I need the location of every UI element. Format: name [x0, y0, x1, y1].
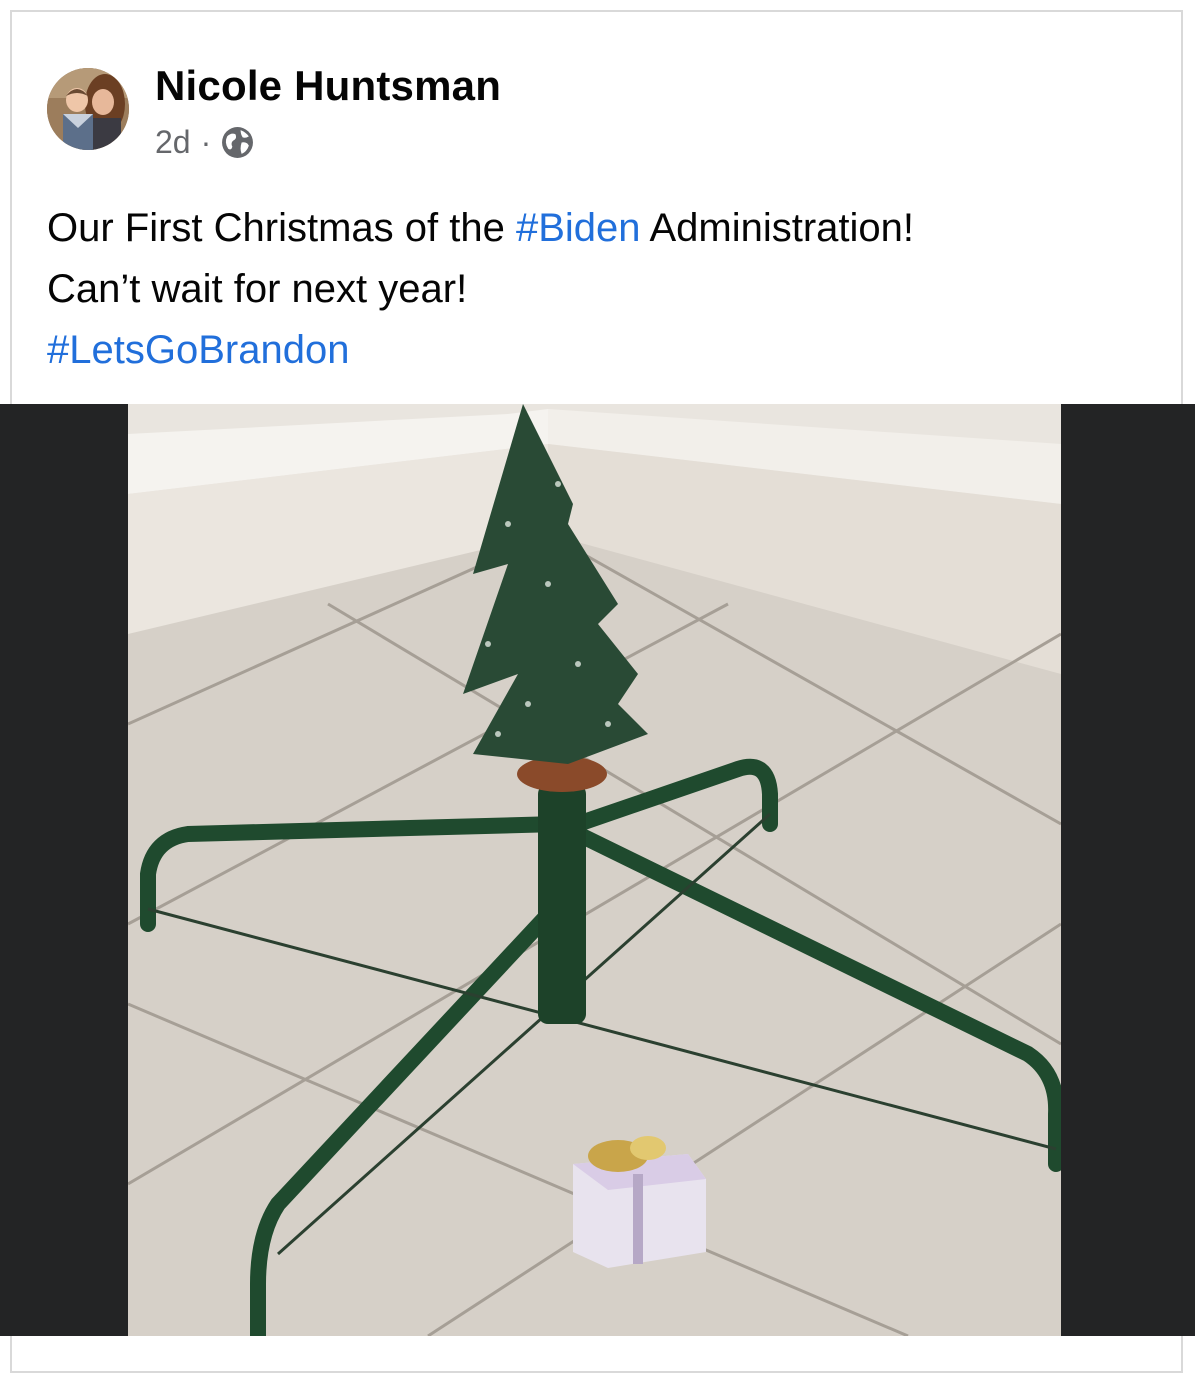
post-timestamp[interactable]: 2d — [155, 124, 191, 161]
post-text-segment: Our First Christmas of the — [47, 206, 516, 250]
post-line-1: Our First Christmas of the #Biden Admini… — [47, 198, 1157, 259]
globe-icon[interactable] — [221, 126, 254, 159]
author-name[interactable]: Nicole Huntsman — [155, 62, 501, 110]
meta-separator: · — [200, 124, 212, 160]
avatar-image — [47, 68, 129, 150]
post-message: Our First Christmas of the #Biden Admini… — [47, 198, 1157, 381]
hashtag-biden-link[interactable]: #Biden — [516, 206, 641, 250]
post-meta: 2d · — [155, 124, 254, 161]
tree-stand-photo — [128, 404, 1061, 1336]
post-photo[interactable] — [128, 404, 1061, 1336]
post-text-segment: Administration! — [640, 206, 915, 250]
post-line-2: Can’t wait for next year! — [47, 267, 468, 311]
hashtag-letsgobrandon-link[interactable]: #LetsGoBrandon — [47, 320, 1157, 381]
avatar[interactable] — [47, 68, 129, 150]
